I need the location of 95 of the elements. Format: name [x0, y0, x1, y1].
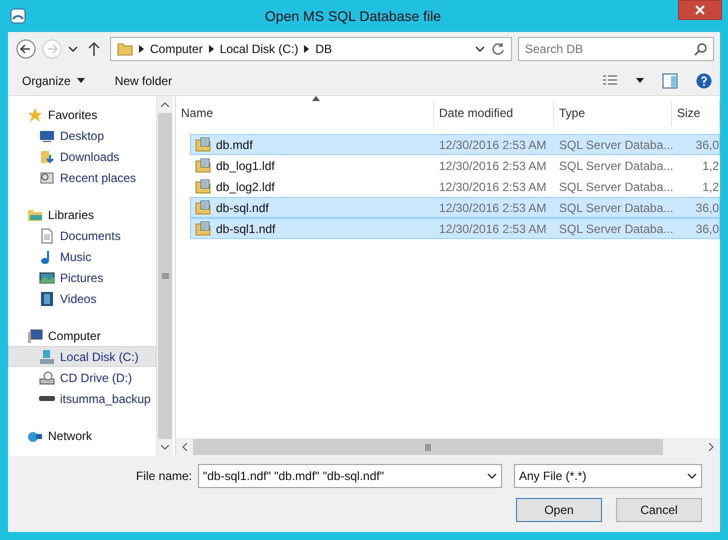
computer-icon	[27, 328, 43, 344]
chevron-right-icon	[304, 45, 310, 53]
date-cell-text: 12/30/2016 2:53 AM	[438, 222, 548, 236]
size-cell-text: 1,2	[701, 180, 719, 194]
sidebar-item[interactable]: Favorites	[8, 104, 156, 125]
chevron-right-icon	[139, 45, 144, 53]
cancel-button[interactable]: Cancel	[616, 498, 702, 522]
size-cell-text: 36,0	[694, 200, 719, 214]
sidebar-item[interactable]: Computer	[8, 325, 156, 346]
cd-drive-icon	[39, 370, 55, 386]
download-folder-icon	[39, 148, 55, 164]
type-cell-text: SQL Server Databa...	[558, 180, 673, 194]
preview-pane-icon[interactable]	[662, 72, 678, 88]
help-icon[interactable]	[696, 72, 712, 88]
file-name-cell: db_log2.ldf	[191, 178, 435, 194]
chevron-up-icon[interactable]	[161, 102, 169, 107]
date-cell-text: 12/30/2016 2:53 AM	[438, 180, 548, 194]
file-row[interactable]: db-sql1.ndf 12/30/2016 2:53 AM SQL Server Databa... 36,0	[190, 218, 720, 239]
file-type-dropdown[interactable]: Any File (*.*)	[514, 464, 702, 488]
file-name-cell: db-sql.ndf	[191, 200, 435, 216]
breadcrumb[interactable]: Computer	[150, 42, 203, 56]
sidebar-item[interactable]: Videos	[8, 288, 156, 309]
sidebar-item[interactable]: Downloads	[8, 146, 156, 167]
grip-icon	[425, 444, 431, 450]
column-header[interactable]: Size	[672, 100, 720, 126]
chevron-left-icon[interactable]	[182, 442, 187, 450]
sidebar-item[interactable]: Pictures	[8, 267, 156, 288]
sidebar-item[interactable]: itsumma_backup	[8, 388, 156, 409]
column-header[interactable]: Type	[554, 100, 672, 126]
grip-icon	[162, 273, 168, 279]
date-cell-text: 12/30/2016 2:53 AM	[438, 158, 548, 172]
size-cell-text: 36,0	[694, 222, 719, 236]
file-name-label: File name:	[136, 469, 192, 483]
database-file-icon	[195, 158, 211, 174]
file-name-cell: db-sql1.ndf	[191, 220, 435, 236]
address-bar[interactable]: Computer Local Disk (C:) DB	[110, 37, 512, 61]
sidebar-item[interactable]: Libraries	[8, 204, 156, 225]
breadcrumb[interactable]: DB	[315, 42, 332, 56]
folder-icon	[117, 41, 133, 57]
open-button[interactable]: Open	[516, 498, 602, 522]
picture-icon	[39, 270, 55, 286]
vertical-scrollbar[interactable]	[156, 96, 173, 456]
sidebar-item[interactable]: Recent places	[8, 167, 156, 188]
size-cell-text: 36,0	[694, 138, 719, 152]
sidebar-item[interactable]: CD Drive (D:)	[8, 367, 156, 388]
caret-icon[interactable]	[636, 78, 644, 83]
horizontal-scrollbar[interactable]	[176, 438, 720, 456]
chevron-right-icon[interactable]	[709, 442, 714, 450]
removable-drive-icon	[39, 396, 55, 401]
type-cell-text: SQL Server Databa...	[558, 158, 673, 172]
window-title: Open MS SQL Database file	[264, 8, 442, 24]
refresh-icon[interactable]	[491, 42, 505, 56]
database-file-icon	[195, 136, 211, 152]
sidebar-item[interactable]: Network	[8, 425, 156, 446]
sidebar-item[interactable]: Local Disk (C:)	[8, 346, 156, 367]
database-file-icon	[195, 220, 211, 236]
column-header[interactable]: Name	[176, 100, 434, 126]
size-cell-text: 1,2	[701, 158, 719, 172]
breadcrumb[interactable]: Local Disk (C:)	[220, 42, 298, 56]
sidebar-item[interactable]: Music	[8, 246, 156, 267]
file-name-field[interactable]: "db-sql1.ndf" "db.mdf" "db-sql.ndf"	[198, 464, 502, 488]
column-header[interactable]: Date modified	[434, 100, 554, 126]
date-cell-text: 12/30/2016 2:53 AM	[438, 138, 548, 152]
sidebar-item[interactable]: Documents	[8, 225, 156, 246]
close-icon	[695, 5, 705, 15]
file-row[interactable]: db_log1.ldf 12/30/2016 2:53 AM SQL Server Databa... 1,2	[190, 155, 720, 176]
caret-icon	[76, 78, 85, 83]
search-icon	[694, 42, 708, 56]
app-icon	[8, 8, 28, 24]
document-icon	[39, 228, 55, 244]
database-file-icon	[195, 200, 211, 216]
file-row[interactable]: db-sql.ndf 12/30/2016 2:53 AM SQL Server Databa... 36,0	[190, 197, 720, 218]
file-name-cell: db.mdf	[191, 136, 435, 152]
organize-menu-button[interactable]: Organize	[16, 72, 91, 90]
type-cell-text: SQL Server Databa...	[558, 200, 673, 214]
view-options-icon[interactable]	[602, 74, 618, 88]
file-row[interactable]: db.mdf 12/30/2016 2:53 AM SQL Server Databa... 36,0	[190, 134, 720, 155]
new-folder-button[interactable]: New folder	[108, 72, 178, 90]
type-cell-text: SQL Server Databa...	[558, 138, 673, 152]
star-icon	[27, 106, 43, 122]
hard-drive-icon	[39, 348, 55, 364]
search-field[interactable]: Search DB	[518, 37, 714, 61]
chevron-down-icon[interactable]	[161, 445, 169, 450]
back-button[interactable]	[16, 39, 36, 59]
close-button[interactable]	[678, 0, 722, 20]
file-name-cell: db_log1.ldf	[191, 158, 435, 174]
database-file-icon	[195, 178, 211, 194]
file-row[interactable]: db_log2.ldf 12/30/2016 2:53 AM SQL Server Databa... 1,2	[190, 176, 720, 197]
sidebar-item[interactable]: Desktop	[8, 125, 156, 146]
date-cell-text: 12/30/2016 2:53 AM	[438, 200, 548, 214]
type-cell-text: SQL Server Databa...	[558, 222, 673, 236]
recent-places-icon	[39, 170, 55, 186]
sort-arrow-icon	[312, 96, 320, 101]
chevron-right-icon	[208, 45, 214, 53]
film-icon	[39, 290, 55, 306]
